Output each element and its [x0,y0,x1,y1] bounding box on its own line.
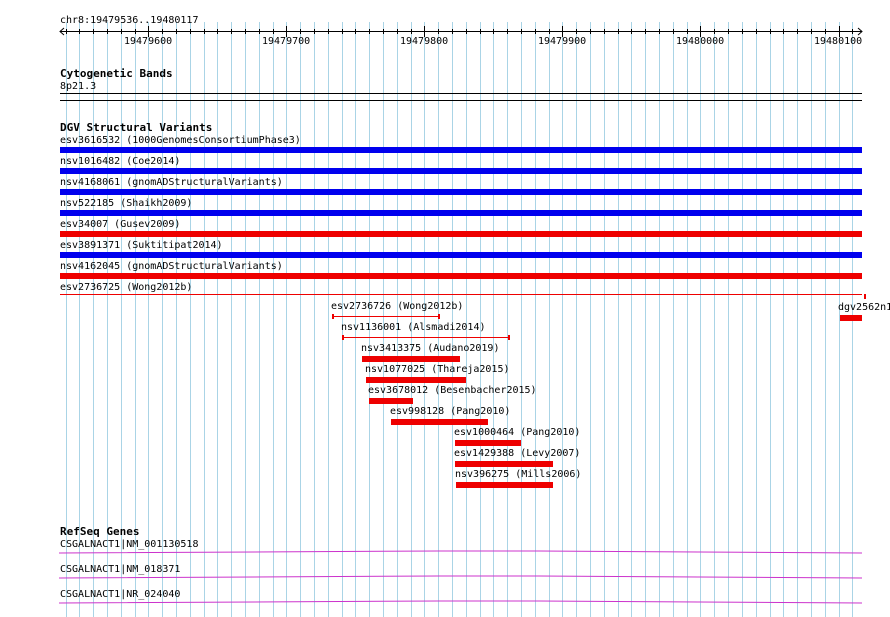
dgv-variant-bar[interactable] [60,273,862,279]
dgv-variant-bar[interactable] [455,461,553,467]
dgv-variant-label[interactable]: nsv1077025 (Thareja2015) [365,364,510,375]
dgv-variant-label[interactable]: nsv3413375 (Audano2019) [361,343,499,354]
refseq-gene-line[interactable] [59,574,863,582]
cytoband-line-top [60,93,862,94]
dgv-variant-label[interactable]: nsv1136001 (Alsmadi2014) [341,322,486,333]
dgv-variant-label[interactable]: nsv396275 (Mills2006) [455,469,581,480]
dgv-variant-bar[interactable] [366,377,466,383]
dgv-variant-bar[interactable] [456,482,553,488]
dgv-variant-marker[interactable] [864,294,866,299]
dgv-variant-label[interactable]: nsv1016482 (Coe2014) [60,156,180,167]
dgv-variant-endcap [508,335,510,340]
dgv-variant-bar[interactable] [60,189,862,195]
ruler-tick-label: 19480000 [676,36,725,47]
dgv-variant-endcap [342,335,344,340]
refseq-track-title[interactable]: RefSeq Genes [60,526,139,538]
ruler-tick-label: 19480100 [814,36,863,47]
ruler-tick-label: 19479600 [124,36,173,47]
dgv-variant-bar[interactable] [342,337,510,338]
dgv-variant-bar[interactable] [455,440,521,446]
ruler-tick-label: 19479800 [400,36,449,47]
dgv-variant-bar[interactable] [60,168,862,174]
dgv-variant-label[interactable]: esv998128 (Pang2010) [390,406,510,417]
dgv-variant-bar[interactable] [332,316,440,317]
dgv-variant-bar[interactable] [60,147,862,153]
refseq-gene-line[interactable] [59,549,863,557]
dgv-variant-bar[interactable] [840,315,862,321]
ruler-tick-label: 19479700 [262,36,311,47]
dgv-variant-label[interactable]: esv1429388 (Levy2007) [454,448,580,459]
dgv-variant-bar[interactable] [60,210,862,216]
dgv-variant-bar[interactable] [60,252,862,258]
ruler-tick-label: 19479900 [538,36,587,47]
dgv-variant-label[interactable]: esv2736726 (Wong2012b) [331,301,463,312]
dgv-variant-bar[interactable] [369,398,413,404]
cytoband-track-title[interactable]: Cytogenetic Bands [60,68,173,80]
cytoband-line-bottom [60,100,862,101]
dgv-variant-label[interactable]: esv3616532 (1000GenomesConsortiumPhase3) [60,135,301,146]
dgv-variant-label[interactable]: dgv2562n166 [838,302,890,313]
dgv-variant-label[interactable]: esv2736725 (Wong2012b) [60,282,192,293]
dgv-variant-endcap [332,314,334,319]
refseq-gene-line[interactable] [59,599,863,607]
cytoband-label: 8p21.3 [60,81,97,92]
dgv-variant-endcap [438,314,440,319]
dgv-variant-label[interactable]: esv3891371 (Suktitipat2014) [60,240,223,251]
dgv-variant-bar[interactable] [362,356,460,362]
dgv-variant-label[interactable]: esv3678012 (Besenbacher2015) [368,385,537,396]
dgv-variant-bar[interactable] [391,419,488,425]
dgv-track-title[interactable]: DGV Structural Variants [60,122,212,134]
dgv-variant-label[interactable]: esv34007 (Gusev2009) [60,219,180,230]
position-ruler[interactable] [58,24,864,38]
dgv-variant-label[interactable]: esv1000464 (Pang2010) [454,427,580,438]
dgv-variant-label[interactable]: nsv522185 (Shaikh2009) [60,198,192,209]
dgv-variant-label[interactable]: nsv4162045 (gnomADStructuralVariants) [60,261,283,272]
dgv-variant-bar[interactable] [60,231,862,237]
dgv-variant-bar[interactable] [60,294,862,295]
dgv-variant-label[interactable]: nsv4168061 (gnomADStructuralVariants) [60,177,283,188]
